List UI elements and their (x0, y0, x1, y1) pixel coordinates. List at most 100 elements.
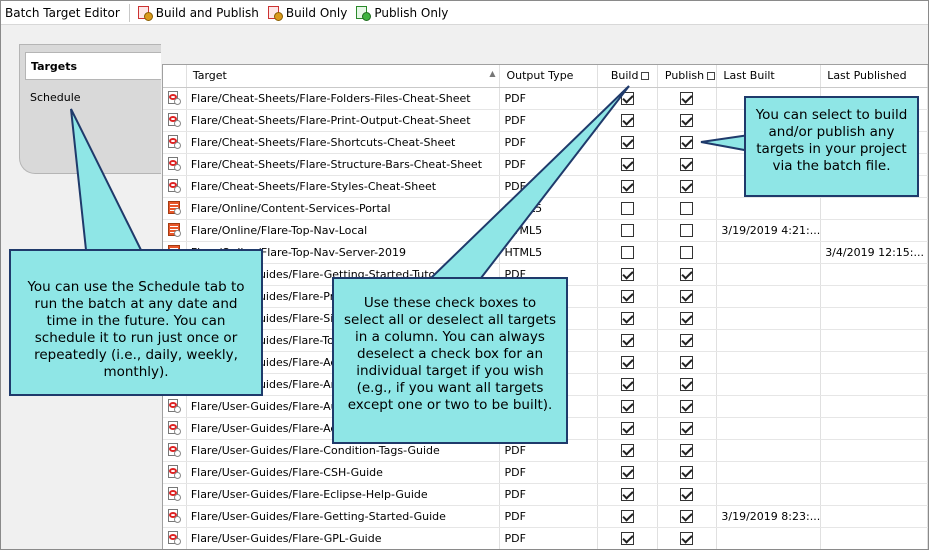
table-row[interactable]: Flare/Online/Flare-Top-Nav-Server-2019 HT… (163, 241, 928, 264)
publish-checkbox[interactable] (680, 355, 694, 369)
publish-checkbox[interactable] (680, 487, 694, 501)
last-built-cell: 3/19/2019 4:21:... (716, 219, 822, 242)
publish-only-button[interactable]: Publish Only (351, 2, 452, 24)
build-checkbox[interactable] (620, 311, 634, 325)
tab-targets[interactable]: Targets (25, 52, 161, 80)
last-published-cell (820, 483, 928, 506)
publish-cell (657, 219, 718, 242)
build-checkbox[interactable] (620, 421, 634, 435)
build-checkbox[interactable] (620, 157, 634, 171)
build-only-button[interactable]: Build Only (263, 2, 351, 24)
tab-schedule[interactable]: Schedule (25, 85, 161, 109)
publish-checkbox[interactable] (680, 135, 694, 149)
build-cell (597, 109, 658, 132)
last-published-cell (820, 329, 928, 352)
build-cell (597, 373, 658, 396)
output-type-cell: PDF (499, 131, 598, 154)
publish-checkbox[interactable] (680, 465, 694, 479)
publish-checkbox[interactable] (680, 443, 694, 457)
build-column-header[interactable]: Build (597, 65, 658, 88)
publish-cell (657, 417, 718, 440)
last-built-cell (716, 263, 822, 286)
publish-checkbox[interactable] (680, 201, 694, 215)
target-cell: Flare/User-Guides/Flare-CSH-Guide (186, 461, 501, 484)
output-type-cell: PDF (499, 461, 598, 484)
target-type-cell (163, 175, 187, 198)
build-checkbox[interactable] (620, 531, 634, 545)
target-type-cell (163, 197, 187, 220)
publish-select-all-checkbox[interactable] (707, 72, 716, 81)
build-checkbox[interactable] (620, 179, 634, 193)
publish-cell (657, 329, 718, 352)
publish-checkbox[interactable] (680, 399, 694, 413)
pdf-target-icon (167, 156, 182, 172)
build-cell (597, 483, 658, 506)
publish-checkbox[interactable] (680, 179, 694, 193)
build-checkbox[interactable] (620, 267, 634, 281)
table-row[interactable]: Flare/User-Guides/Flare-Eclipse-Help-Gui… (163, 483, 928, 506)
last-built-cell: 3/19/2019 8:23:... (716, 505, 822, 528)
build-checkbox[interactable] (620, 289, 634, 303)
build-checkbox[interactable] (620, 377, 634, 391)
publish-checkbox[interactable] (680, 289, 694, 303)
output-type-cell: HTML5 (499, 197, 598, 220)
last-published-column-header[interactable]: Last Published (820, 65, 928, 88)
publish-cell (657, 307, 718, 330)
publish-checkbox[interactable] (680, 91, 694, 105)
last-published-cell (820, 461, 928, 484)
build-checkbox[interactable] (620, 201, 634, 215)
publish-column-header[interactable]: Publish (657, 65, 718, 88)
build-checkbox[interactable] (620, 245, 634, 259)
publish-checkbox[interactable] (680, 531, 694, 545)
build-checkbox[interactable] (620, 399, 634, 413)
publish-checkbox[interactable] (680, 509, 694, 523)
publish-checkbox[interactable] (680, 267, 694, 281)
publish-checkbox[interactable] (680, 245, 694, 259)
table-row[interactable]: Flare/Online/Flare-Top-Nav-Local HTML5 3/1… (163, 219, 928, 242)
last-published-cell (820, 263, 928, 286)
publish-checkbox[interactable] (680, 333, 694, 347)
publish-checkbox[interactable] (680, 377, 694, 391)
last-built-cell (716, 197, 822, 220)
publish-checkbox[interactable] (680, 223, 694, 237)
build-only-label: Build Only (285, 5, 348, 20)
publish-checkbox[interactable] (680, 157, 694, 171)
build-checkbox[interactable] (620, 113, 634, 127)
build-select-all-checkbox[interactable] (641, 72, 650, 81)
table-row[interactable]: Flare/User-Guides/Flare-Getting-Started-… (163, 505, 928, 528)
build-checkbox[interactable] (620, 135, 634, 149)
build-checkbox[interactable] (620, 443, 634, 457)
target-cell: Flare/User-Guides/Flare-GPL-Guide (186, 527, 501, 549)
target-cell: Flare/Cheat-Sheets/Flare-Folders-Files-C… (186, 87, 501, 110)
build-checkbox[interactable] (620, 509, 634, 523)
output-type-column-header[interactable]: Output Type (499, 65, 598, 88)
last-built-cell (716, 307, 822, 330)
last-built-cell (716, 439, 822, 462)
target-column-header[interactable]: Target ▲ (186, 65, 501, 88)
publish-checkbox[interactable] (680, 311, 694, 325)
sort-ascending-icon: ▲ (489, 69, 496, 79)
output-type-cell: PDF (499, 527, 598, 549)
target-type-cell (163, 527, 187, 549)
table-row[interactable]: Flare/User-Guides/Flare-CSH-Guide PDF (163, 461, 928, 484)
last-published-cell (820, 395, 928, 418)
target-cell: Flare/User-Guides/Flare-Eclipse-Help-Gui… (186, 483, 501, 506)
last-built-column-header[interactable]: Last Built (716, 65, 822, 88)
publish-checkbox[interactable] (680, 421, 694, 435)
build-checkbox[interactable] (620, 223, 634, 237)
table-row[interactable]: Flare/Online/Content-Services-Portal HTML… (163, 197, 928, 220)
build-checkbox[interactable] (620, 91, 634, 105)
table-header-row: Target ▲ Output Type Build Publish Last B… (163, 65, 928, 88)
publish-checkbox[interactable] (680, 113, 694, 127)
build-checkbox[interactable] (620, 465, 634, 479)
build-checkbox[interactable] (620, 487, 634, 501)
last-built-cell (716, 417, 822, 440)
last-published-cell (820, 505, 928, 528)
build-checkbox[interactable] (620, 333, 634, 347)
table-row[interactable]: Flare/User-Guides/Flare-GPL-Guide PDF (163, 527, 928, 549)
target-type-cell (163, 505, 187, 528)
publish-cell (657, 527, 718, 549)
build-checkbox[interactable] (620, 355, 634, 369)
build-and-publish-button[interactable]: Build and Publish (133, 2, 263, 24)
publish-cell (657, 461, 718, 484)
